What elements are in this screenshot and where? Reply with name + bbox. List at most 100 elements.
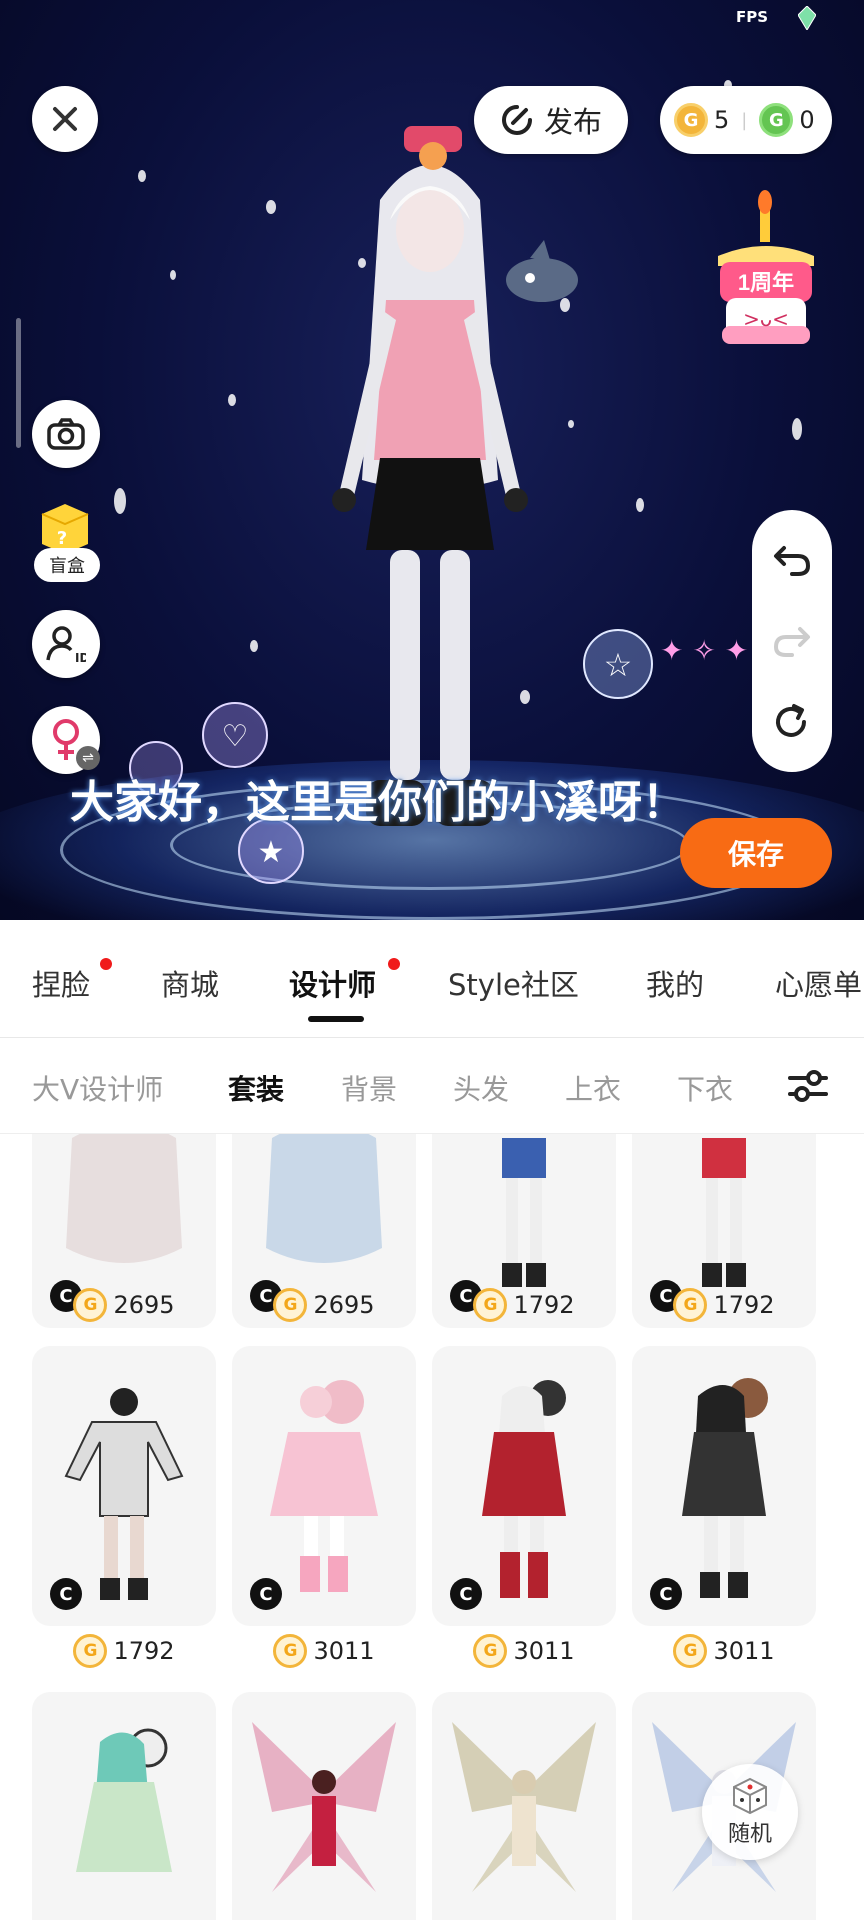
price-value: 3011 bbox=[513, 1637, 575, 1665]
subtab-hair[interactable]: 头发 bbox=[453, 1068, 509, 1108]
coin-icon: G bbox=[273, 1634, 308, 1668]
outfit-preview bbox=[252, 1722, 396, 1892]
price-value: 2695 bbox=[313, 1291, 375, 1319]
gem-icon bbox=[798, 6, 816, 30]
price-value: 3011 bbox=[713, 1637, 775, 1665]
subtab-background[interactable]: 背景 bbox=[341, 1068, 397, 1108]
coin-icon: G bbox=[73, 1634, 108, 1668]
main-tab-bar: 捏脸 商城 设计师 Style社区 我的 心愿单 bbox=[0, 920, 864, 1038]
price-tag: G 1792 bbox=[632, 1288, 816, 1322]
anniversary-cake-icon[interactable]: 1周年 >ᴗ< bbox=[700, 186, 832, 356]
outfit-card[interactable]: C bbox=[232, 1346, 416, 1626]
gold-coin-count: 5 bbox=[714, 106, 730, 134]
tab-mine[interactable]: 我的 bbox=[646, 962, 704, 1004]
tab-mall[interactable]: 商城 bbox=[161, 962, 219, 1004]
sparkle-decoration: ✦ ✧ ✦ bbox=[660, 634, 748, 667]
outfit-preview bbox=[452, 1722, 596, 1892]
tab-face[interactable]: 捏脸 bbox=[32, 962, 90, 1004]
bubble-decoration: ☆ bbox=[583, 629, 653, 699]
publish-button[interactable]: 发布 bbox=[474, 86, 628, 154]
currency-divider: | bbox=[741, 109, 748, 131]
history-panel bbox=[752, 510, 832, 772]
hat-decoration bbox=[404, 126, 462, 170]
reset-icon[interactable] bbox=[772, 702, 812, 742]
subtab-outfit[interactable]: 套装 bbox=[228, 1068, 284, 1108]
svg-text:☆: ☆ bbox=[604, 646, 633, 684]
creator-badge: C bbox=[50, 1578, 82, 1610]
camera-icon bbox=[47, 418, 85, 450]
subtab-bottom[interactable]: 下衣 bbox=[677, 1068, 733, 1108]
subtab-top[interactable]: 上衣 bbox=[565, 1068, 621, 1108]
sub-tab-bar: 大V设计师 套装 背景 头发 上衣 下衣 bbox=[0, 1038, 864, 1134]
tab-designer-dot bbox=[388, 958, 400, 970]
svg-text:ID: ID bbox=[75, 651, 86, 664]
particle bbox=[138, 170, 146, 182]
green-coin-count: 0 bbox=[799, 106, 815, 134]
avatar-character[interactable] bbox=[310, 120, 550, 860]
svg-text:★: ★ bbox=[258, 835, 285, 870]
dice-icon bbox=[733, 1777, 767, 1815]
particle bbox=[266, 200, 276, 214]
outfit-card[interactable]: C bbox=[432, 1346, 616, 1626]
particle bbox=[170, 270, 176, 280]
price-value: 1792 bbox=[713, 1291, 775, 1319]
outfit-card[interactable]: C bbox=[632, 1346, 816, 1626]
scroll-indicator bbox=[16, 318, 21, 448]
blindbox-label: 盲盒 bbox=[34, 548, 100, 582]
currency-display[interactable]: G 5 | G 0 bbox=[660, 86, 832, 154]
tab-style-community[interactable]: Style社区 bbox=[448, 962, 579, 1004]
subtab-bigv-designer[interactable]: 大V设计师 bbox=[32, 1068, 163, 1108]
redo-icon[interactable] bbox=[772, 621, 812, 661]
price-tag: G 1792 bbox=[432, 1288, 616, 1322]
avatar-id-button[interactable]: ID bbox=[32, 610, 100, 678]
coin-icon: G bbox=[73, 1288, 108, 1322]
creator-badge: C bbox=[450, 1578, 482, 1610]
particle bbox=[568, 420, 574, 428]
svg-text:♡: ♡ bbox=[222, 719, 249, 754]
particle bbox=[114, 488, 126, 514]
price-value: 2695 bbox=[113, 1291, 175, 1319]
svg-text:✦ ✧ ✦: ✦ ✧ ✦ bbox=[660, 634, 748, 667]
camera-button[interactable] bbox=[32, 400, 100, 468]
avatar-scene[interactable]: FPS ♡ ★ ☆ ✦ ✧ ✦ 发布 G 5 | G 0 1周年 >ᴗ< ? 盲… bbox=[0, 0, 864, 920]
tab-designer[interactable]: 设计师 bbox=[289, 962, 376, 1004]
coin-icon: G bbox=[473, 1634, 508, 1668]
price-value: 3011 bbox=[313, 1637, 375, 1665]
tab-wishlist[interactable]: 心愿单 bbox=[775, 962, 862, 1004]
outfit-card[interactable] bbox=[232, 1692, 416, 1920]
outfit-card[interactable] bbox=[32, 1692, 216, 1920]
avatar-caption: 大家好，这里是你们的小溪呀！ bbox=[70, 777, 686, 828]
fps-indicator: FPS bbox=[735, 8, 768, 26]
random-label: 随机 bbox=[727, 1822, 772, 1847]
price-tag: G 3011 bbox=[432, 1634, 616, 1668]
gold-coin-icon: G bbox=[674, 103, 708, 137]
particle bbox=[792, 418, 802, 440]
save-button[interactable]: 保存 bbox=[680, 818, 832, 888]
coin-icon: G bbox=[473, 1288, 508, 1322]
particle bbox=[250, 640, 258, 652]
tab-face-dot bbox=[100, 958, 112, 970]
coin-icon: G bbox=[273, 1288, 308, 1322]
close-button[interactable] bbox=[32, 86, 98, 152]
undo-icon[interactable] bbox=[772, 540, 812, 580]
price-tag: G 2695 bbox=[232, 1288, 416, 1322]
blindbox-glyph: ? bbox=[57, 528, 67, 549]
filter-icon[interactable] bbox=[786, 1066, 830, 1106]
random-button[interactable]: 随机 bbox=[702, 1764, 798, 1860]
particle bbox=[636, 498, 644, 512]
outfit-card[interactable]: C bbox=[32, 1346, 216, 1626]
particle bbox=[228, 394, 236, 406]
outfit-preview bbox=[76, 1728, 172, 1872]
publish-label: 发布 bbox=[543, 105, 602, 139]
price-value: 1792 bbox=[513, 1291, 575, 1319]
price-tag: G 1792 bbox=[32, 1634, 216, 1668]
price-value: 1792 bbox=[113, 1637, 175, 1665]
price-tag: G 3011 bbox=[632, 1634, 816, 1668]
anniversary-text: 1周年 bbox=[738, 270, 794, 295]
coin-icon: G bbox=[673, 1634, 708, 1668]
publish-icon bbox=[501, 105, 532, 135]
price-tag: G 2695 bbox=[32, 1288, 216, 1322]
user-id-icon: ID bbox=[46, 626, 86, 664]
outfit-card[interactable] bbox=[432, 1692, 616, 1920]
cake-face: >ᴗ< bbox=[743, 307, 789, 331]
